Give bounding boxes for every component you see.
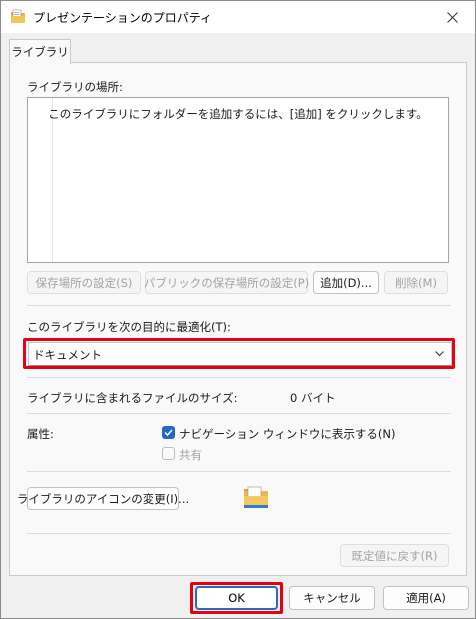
set-save-location-button[interactable]: 保存場所の設定(S) xyxy=(27,271,141,294)
apply-label: 適用(A) xyxy=(406,591,446,605)
size-label: ライブラリに含まれるファイルのサイズ: xyxy=(27,391,238,405)
add-button[interactable]: 追加(D)... xyxy=(313,271,379,294)
size-value: 0 バイト xyxy=(290,391,336,405)
divider xyxy=(27,377,451,378)
change-library-icon-button[interactable]: ライブラリのアイコンの変更(I)... xyxy=(17,487,189,510)
attributes-label: 属性: xyxy=(27,427,54,441)
folder-properties-icon xyxy=(11,9,25,23)
optimize-highlight xyxy=(23,338,455,369)
shared-checkbox[interactable] xyxy=(162,447,175,460)
show-in-navigation-label[interactable]: ナビゲーション ウィンドウに表示する(N) xyxy=(179,426,396,442)
divider xyxy=(27,305,451,306)
cancel-button[interactable]: キャンセル xyxy=(289,586,375,610)
divider xyxy=(27,533,451,534)
properties-dialog: プレゼンテーションのプロパティ ライブラリ ライブラリの場所: このライブラリに… xyxy=(0,0,476,619)
tab-library-label: ライブラリ xyxy=(11,45,69,59)
add-label: 追加(D)... xyxy=(320,275,372,290)
list-gutter xyxy=(52,98,53,262)
apply-button[interactable]: 適用(A) xyxy=(383,586,469,610)
divider xyxy=(27,413,451,414)
window-title: プレゼンテーションのプロパティ xyxy=(33,11,213,25)
tab-library[interactable]: ライブラリ xyxy=(9,39,71,64)
show-in-navigation-checkbox[interactable] xyxy=(162,426,175,439)
library-folder-icon xyxy=(244,486,268,508)
cancel-label: キャンセル xyxy=(303,591,361,605)
close-icon xyxy=(446,11,458,23)
set-save-location-label: 保存場所の設定(S) xyxy=(35,275,133,290)
set-public-save-location-label: パブリックの保存場所の設定(P) xyxy=(143,275,310,290)
restore-defaults-button[interactable]: 既定値に戻す(R) xyxy=(340,544,449,567)
remove-label: 削除(M) xyxy=(395,275,437,290)
change-library-icon-label: ライブラリのアイコンの変更(I)... xyxy=(16,491,190,506)
title-bar: プレゼンテーションのプロパティ xyxy=(1,1,475,33)
shared-label: 共有 xyxy=(179,448,202,462)
close-button[interactable] xyxy=(429,1,475,33)
library-locations-label: ライブラリの場所: xyxy=(27,80,123,94)
set-public-save-location-button[interactable]: パブリックの保存場所の設定(P) xyxy=(143,271,310,294)
optimize-label: このライブラリを次の目的に最適化(T): xyxy=(27,320,231,334)
remove-button[interactable]: 削除(M) xyxy=(384,271,448,294)
ok-highlight xyxy=(190,582,283,614)
checkmark-icon xyxy=(164,429,173,437)
library-locations-list[interactable]: このライブラリにフォルダーを追加するには、[追加] をクリックします。 xyxy=(27,97,449,263)
divider xyxy=(27,471,451,472)
restore-defaults-label: 既定値に戻す(R) xyxy=(351,548,438,563)
library-empty-hint: このライブラリにフォルダーを追加するには、[追加] をクリックします。 xyxy=(48,107,428,121)
